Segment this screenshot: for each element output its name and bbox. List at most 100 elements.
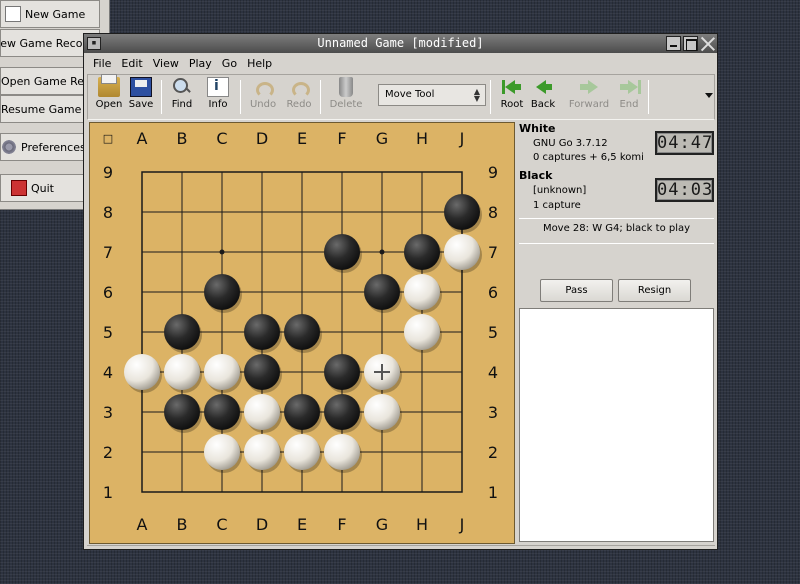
back-icon <box>532 77 554 97</box>
white-engine: GNU Go 3.7.12 <box>533 138 608 149</box>
column-label: A <box>137 515 148 534</box>
menu-bar: File Edit View Play Go Help <box>84 54 717 73</box>
toolbar-separator <box>240 80 241 114</box>
column-label: D <box>256 515 268 534</box>
divider <box>519 218 714 219</box>
row-label: 7 <box>488 243 498 262</box>
row-label: 2 <box>488 443 498 462</box>
open-button[interactable]: Open <box>94 74 124 117</box>
back-button[interactable]: Back <box>529 77 557 117</box>
column-label: B <box>177 129 188 148</box>
main-window: ▪ Unnamed Game [modified] File Edit View… <box>83 33 718 550</box>
column-label: C <box>216 515 227 534</box>
root-button[interactable]: Root <box>498 77 526 117</box>
row-label: 1 <box>103 483 113 502</box>
new-game-button[interactable]: New Game <box>0 0 100 28</box>
row-label: 8 <box>103 203 113 222</box>
menu-help[interactable]: Help <box>242 57 277 70</box>
row-label: 6 <box>488 283 498 302</box>
black-stone <box>404 234 440 270</box>
forward-button[interactable]: Forward <box>568 77 610 117</box>
star-point <box>379 249 385 255</box>
pass-button[interactable]: Pass <box>540 279 613 302</box>
row-label: 6 <box>103 283 113 302</box>
column-label: D <box>256 129 268 148</box>
title-bar[interactable]: ▪ Unnamed Game [modified] <box>84 34 717 53</box>
document-icon <box>5 6 21 22</box>
folder-icon <box>98 74 120 97</box>
find-label: Find <box>171 99 193 110</box>
row-label: 5 <box>488 323 498 342</box>
column-label: F <box>337 129 346 148</box>
window-title: Unnamed Game [modified] <box>317 36 484 50</box>
tool-select-value: Move Tool <box>385 89 435 100</box>
undo-button[interactable]: Undo <box>248 77 278 117</box>
comment-textarea[interactable] <box>519 308 714 542</box>
open-label: Open <box>95 99 123 110</box>
white-stone <box>444 234 480 270</box>
menu-view[interactable]: View <box>148 57 184 70</box>
redo-icon <box>288 77 310 98</box>
save-button[interactable]: Save <box>126 77 156 117</box>
new-game-label: New Game <box>25 7 86 21</box>
white-stone <box>204 434 240 470</box>
find-button[interactable]: Find <box>168 77 196 117</box>
black-stone <box>324 394 360 430</box>
white-stone <box>244 434 280 470</box>
black-stone <box>284 394 320 430</box>
column-label: C <box>216 129 227 148</box>
info-icon <box>207 77 229 97</box>
divider <box>519 243 714 244</box>
tool-select[interactable]: Move Tool ▲ ▼ <box>378 84 486 106</box>
info-button[interactable]: Info <box>205 77 231 117</box>
menu-go[interactable]: Go <box>217 57 242 70</box>
toolbar-separator <box>320 80 321 114</box>
menu-play[interactable]: Play <box>184 57 217 70</box>
black-stone <box>204 274 240 310</box>
go-board[interactable]: A A B B C C D D E E F F G G H H J J 9 9 8 8 7 7 6 6 5 5 4 4 3 3 2 2 1 1 □ <box>89 122 515 544</box>
column-label: H <box>416 129 428 148</box>
end-button[interactable]: End <box>616 77 642 117</box>
root-label: Root <box>500 99 524 110</box>
white-stone <box>404 314 440 350</box>
minimize-icon[interactable] <box>666 36 681 51</box>
black-stone <box>324 354 360 390</box>
resign-button[interactable]: Resign <box>618 279 691 302</box>
new-game-record-label: New Game Record <box>0 36 94 50</box>
redo-label: Redo <box>286 99 312 110</box>
white-stone <box>324 434 360 470</box>
white-stone <box>164 354 200 390</box>
black-stone <box>244 314 280 350</box>
star-point <box>219 249 225 255</box>
close-icon[interactable] <box>700 36 715 51</box>
black-stone <box>164 314 200 350</box>
info-label: Info <box>208 99 228 110</box>
row-label: 7 <box>103 243 113 262</box>
column-label: G <box>376 129 388 148</box>
white-stone <box>124 354 160 390</box>
floppy-icon <box>130 77 152 97</box>
toolbar-separator <box>648 80 649 114</box>
board-canvas[interactable]: A A B B C C D D E E F F G G H H J J 9 9 8 8 7 7 6 6 5 5 4 4 3 3 2 2 1 1 □ <box>90 123 514 543</box>
column-label: G <box>376 515 388 534</box>
row-label: 8 <box>488 203 498 222</box>
black-stone <box>244 354 280 390</box>
magnifier-icon <box>171 77 193 97</box>
delete-button[interactable]: Delete <box>328 77 364 117</box>
maximize-icon[interactable] <box>683 36 698 51</box>
white-stone <box>284 434 320 470</box>
black-stone <box>324 234 360 270</box>
toolbar-separator <box>161 80 162 114</box>
menu-edit[interactable]: Edit <box>116 57 147 70</box>
row-label: 9 <box>488 163 498 182</box>
undo-label: Undo <box>249 99 277 110</box>
toolbar-overflow-icon[interactable] <box>705 93 713 98</box>
redo-button[interactable]: Redo <box>284 77 314 117</box>
black-stone <box>364 274 400 310</box>
black-clock: 04:03 <box>655 178 714 202</box>
column-label: J <box>459 515 465 534</box>
black-stone <box>284 314 320 350</box>
toolbar: Open Save Find Info Undo Redo Delete <box>87 74 715 120</box>
black-stone <box>164 394 200 430</box>
menu-file[interactable]: File <box>88 57 116 70</box>
